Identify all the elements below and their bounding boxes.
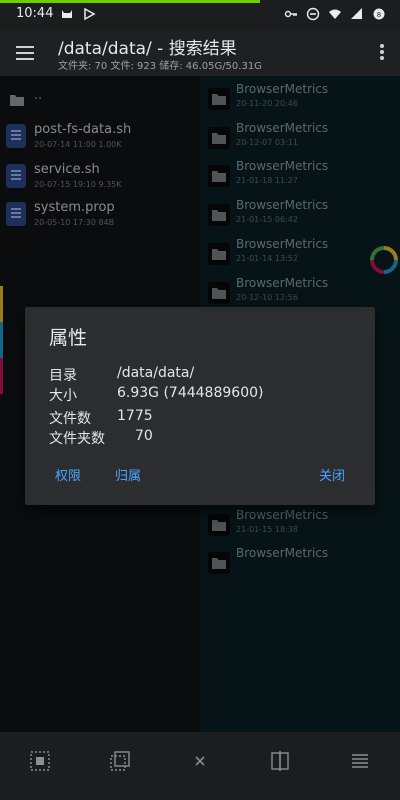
status-time: 10:44 bbox=[16, 6, 54, 21]
battery-icon: 8 bbox=[372, 7, 386, 21]
select-all-icon[interactable] bbox=[29, 750, 51, 772]
storage-summary: 文件夹: 70 文件: 923 储存: 46.05G/50.31G bbox=[58, 61, 262, 72]
close-button[interactable]: 关闭 bbox=[319, 465, 345, 484]
signal-icon bbox=[350, 7, 364, 21]
permissions-button[interactable]: 权限 bbox=[55, 465, 81, 484]
cat-icon bbox=[60, 7, 74, 21]
prop-value-folder-count: 70 bbox=[135, 428, 153, 444]
wifi-icon bbox=[328, 7, 342, 21]
prop-value-size: 6.93G (7444889600) bbox=[117, 385, 264, 401]
svg-text:8: 8 bbox=[377, 11, 381, 19]
key-icon bbox=[284, 7, 298, 21]
status-bar: 10:44 8 bbox=[0, 0, 400, 30]
prop-value-file-count: 1775 bbox=[117, 408, 153, 424]
properties-dialog: 属性 目录 /data/data/ 大小 6.93G (7444889600) … bbox=[25, 307, 375, 505]
dialog-title: 属性 bbox=[49, 327, 88, 349]
copy-icon[interactable] bbox=[109, 750, 131, 772]
list-icon[interactable] bbox=[349, 750, 371, 772]
progress-line bbox=[0, 0, 260, 3]
overflow-menu-button[interactable] bbox=[378, 42, 386, 64]
prop-label-folder-count: 文件夹数 bbox=[49, 431, 105, 447]
dnd-icon bbox=[306, 7, 320, 21]
prop-label-directory: 目录 bbox=[49, 368, 77, 384]
app-bar: /data/data/ - 搜索结果 文件夹: 70 文件: 923 储存: 4… bbox=[0, 30, 400, 76]
bottom-toolbar bbox=[0, 732, 400, 800]
prop-value-directory: /data/data/ bbox=[117, 365, 195, 381]
menu-button[interactable] bbox=[14, 42, 36, 64]
play-store-icon bbox=[82, 7, 96, 21]
close-icon[interactable] bbox=[189, 750, 211, 772]
prop-label-file-count: 文件数 bbox=[49, 411, 91, 427]
compare-icon[interactable] bbox=[269, 750, 291, 772]
ownership-button[interactable]: 归属 bbox=[115, 465, 141, 484]
page-title: /data/data/ - 搜索结果 bbox=[58, 39, 237, 59]
prop-label-size: 大小 bbox=[49, 388, 77, 404]
